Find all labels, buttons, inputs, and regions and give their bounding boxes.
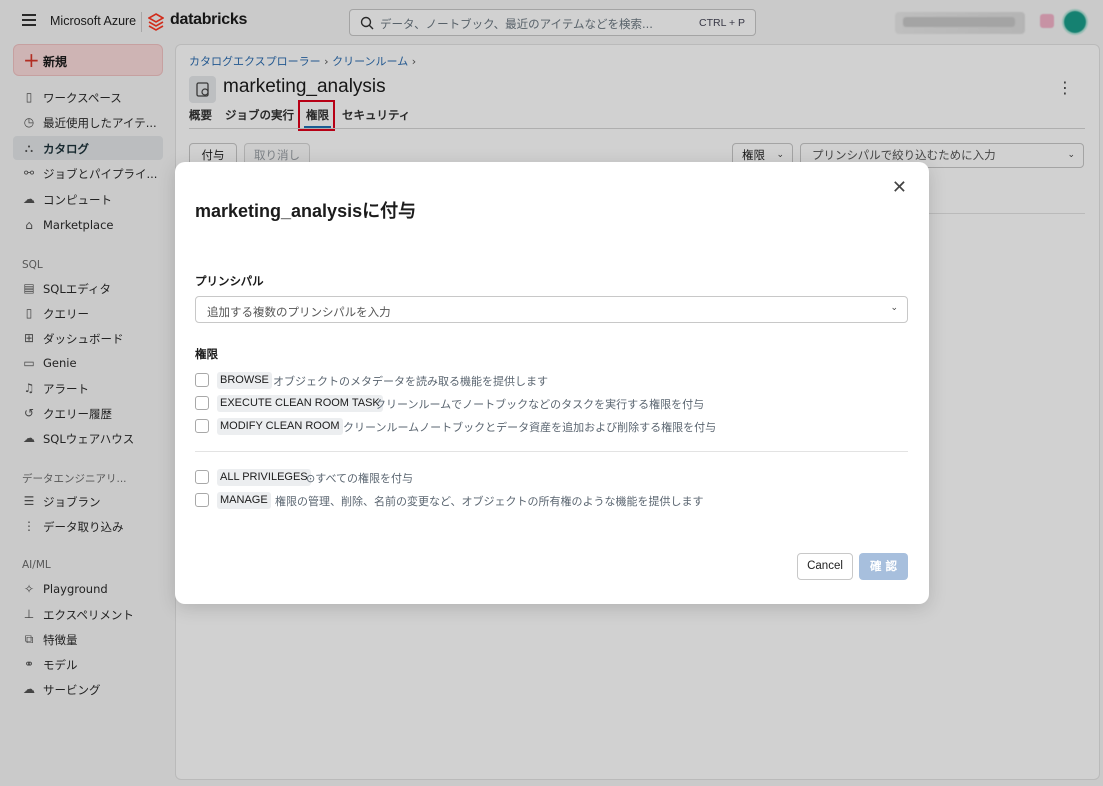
privilege-name: MODIFY CLEAN ROOM — [217, 418, 343, 435]
principal-label: プリンシパル — [195, 274, 264, 288]
confirm-button[interactable]: 確 認 — [859, 553, 908, 580]
privilege-desc-text: すべての権限を付与 — [315, 472, 414, 485]
manage-checkbox[interactable] — [195, 493, 209, 507]
privilege-desc: クリーンルームでノートブックなどのタスクを実行する権限を付与 — [375, 398, 705, 411]
principal-placeholder: 追加する複数のプリンシパルを入力 — [207, 305, 391, 319]
browse-checkbox[interactable] — [195, 373, 209, 387]
privilege-desc: 権限の管理、削除、名前の変更など、オブジェクトの所有権のような機能を提供します — [275, 495, 704, 508]
info-icon: ⊙ — [306, 472, 316, 485]
cancel-button[interactable]: Cancel — [797, 553, 853, 580]
privilege-name: ALL PRIVILEGES — [217, 469, 311, 486]
modify-clean-room-checkbox[interactable] — [195, 419, 209, 433]
privilege-desc: クリーンルームノートブックとデータ資産を追加および削除する権限を付与 — [343, 421, 717, 434]
dialog-title: marketing_analysisに付与 — [195, 201, 417, 221]
privilege-name: MANAGE — [217, 492, 271, 509]
grant-dialog: ✕ marketing_analysisに付与 プリンシパル 追加する複数のプリ… — [175, 162, 929, 604]
principal-input[interactable]: 追加する複数のプリンシパルを入力 ⌄ — [195, 296, 908, 323]
chevron-down-icon: ⌄ — [890, 303, 898, 313]
privilege-desc: オブジェクトのメタデータを読み取る機能を提供します — [273, 375, 548, 388]
privilege-desc: ⊙すべての権限を付与 — [306, 470, 413, 486]
privileges-divider — [195, 451, 908, 452]
close-icon[interactable]: ✕ — [892, 179, 907, 197]
execute-task-checkbox[interactable] — [195, 396, 209, 410]
privilege-name: BROWSE — [217, 372, 272, 389]
privilege-name: EXECUTE CLEAN ROOM TASK — [217, 395, 383, 412]
privileges-label: 権限 — [195, 347, 218, 361]
all-privileges-checkbox[interactable] — [195, 470, 209, 484]
